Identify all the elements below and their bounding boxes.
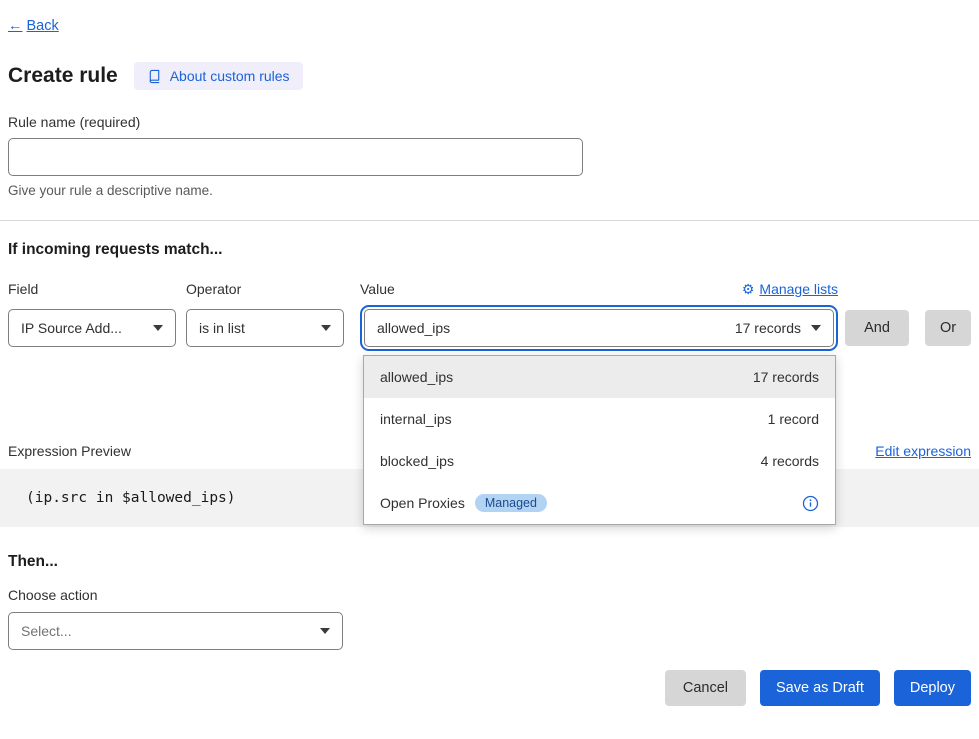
back-link[interactable]: ← Back xyxy=(8,18,59,34)
chevron-down-icon xyxy=(321,325,331,331)
list-option-allowed-ips[interactable]: allowed_ips 17 records xyxy=(364,356,835,398)
value-select-cell: allowed_ips 17 records allowed_ips 17 re… xyxy=(360,305,838,351)
list-option-blocked-ips[interactable]: blocked_ips 4 records xyxy=(364,440,835,482)
action-select-placeholder: Select... xyxy=(21,623,72,639)
manage-lists-link[interactable]: ⚙ Manage lists xyxy=(742,281,838,297)
list-dropdown-menu: allowed_ips 17 records internal_ips 1 re… xyxy=(363,355,836,525)
match-controls-row: IP Source Add... is in list allowed_ips … xyxy=(8,305,971,351)
match-section-heading: If incoming requests match... xyxy=(8,241,971,259)
value-select-right: 17 records xyxy=(735,320,821,336)
title-row: Create rule About custom rules xyxy=(8,62,971,90)
edit-expression-link[interactable]: Edit expression xyxy=(875,443,971,459)
match-column-labels: Field Operator Value ⚙ Manage lists xyxy=(8,281,971,297)
list-option-name: internal_ips xyxy=(380,411,452,427)
list-option-name: blocked_ips xyxy=(380,453,454,469)
action-select[interactable]: Select... xyxy=(8,612,343,650)
list-option-open-proxies[interactable]: Open Proxies Managed xyxy=(364,482,835,524)
chevron-down-icon xyxy=(153,325,163,331)
deploy-button[interactable]: Deploy xyxy=(894,670,971,706)
book-icon xyxy=(147,69,162,84)
section-divider xyxy=(0,220,979,221)
list-option-record-count: 4 records xyxy=(761,453,819,469)
value-column-header: Value ⚙ Manage lists xyxy=(360,281,838,297)
operator-select[interactable]: is in list xyxy=(186,309,344,347)
operator-select-value: is in list xyxy=(199,320,245,336)
then-section-heading: Then... xyxy=(8,553,971,571)
page-title: Create rule xyxy=(8,64,118,88)
gear-icon: ⚙ xyxy=(742,282,755,296)
value-select-focus-ring: allowed_ips 17 records xyxy=(360,305,838,351)
footer-actions: Cancel Save as Draft Deploy xyxy=(8,670,971,706)
info-icon[interactable] xyxy=(802,495,819,512)
create-rule-page: ← Back Create rule About custom rules Ru… xyxy=(0,0,979,706)
expression-preview-label: Expression Preview xyxy=(8,443,131,459)
and-button[interactable]: And xyxy=(845,310,909,346)
about-custom-rules-link[interactable]: About custom rules xyxy=(134,62,303,90)
operator-column-label: Operator xyxy=(186,281,344,297)
list-option-left: Open Proxies Managed xyxy=(380,494,547,513)
cancel-button[interactable]: Cancel xyxy=(665,670,746,706)
manage-lists-label: Manage lists xyxy=(759,281,838,297)
rule-name-input[interactable] xyxy=(8,138,583,176)
rule-name-label: Rule name (required) xyxy=(8,114,971,130)
rule-name-help: Give your rule a descriptive name. xyxy=(8,183,971,198)
value-select-record-count: 17 records xyxy=(735,320,801,336)
list-option-record-count: 17 records xyxy=(753,369,819,385)
managed-badge: Managed xyxy=(475,494,547,513)
list-option-name: allowed_ips xyxy=(380,369,453,385)
save-as-draft-button[interactable]: Save as Draft xyxy=(760,670,880,706)
expression-code: (ip.src in $allowed_ips) xyxy=(26,490,236,506)
list-option-internal-ips[interactable]: internal_ips 1 record xyxy=(364,398,835,440)
field-column-label: Field xyxy=(8,281,176,297)
field-select[interactable]: IP Source Add... xyxy=(8,309,176,347)
or-button[interactable]: Or xyxy=(925,310,971,346)
back-arrow-icon: ← xyxy=(8,18,23,34)
back-label: Back xyxy=(27,18,59,34)
list-option-name: Open Proxies xyxy=(380,495,465,511)
list-option-record-count: 1 record xyxy=(768,411,819,427)
choose-action-label: Choose action xyxy=(8,587,971,603)
value-select[interactable]: allowed_ips 17 records xyxy=(364,309,834,347)
about-custom-rules-label: About custom rules xyxy=(170,68,290,84)
chevron-down-icon xyxy=(320,628,330,634)
value-column-label: Value xyxy=(360,281,395,297)
field-select-value: IP Source Add... xyxy=(21,320,122,336)
value-select-value: allowed_ips xyxy=(377,320,450,336)
chevron-down-icon xyxy=(811,325,821,331)
